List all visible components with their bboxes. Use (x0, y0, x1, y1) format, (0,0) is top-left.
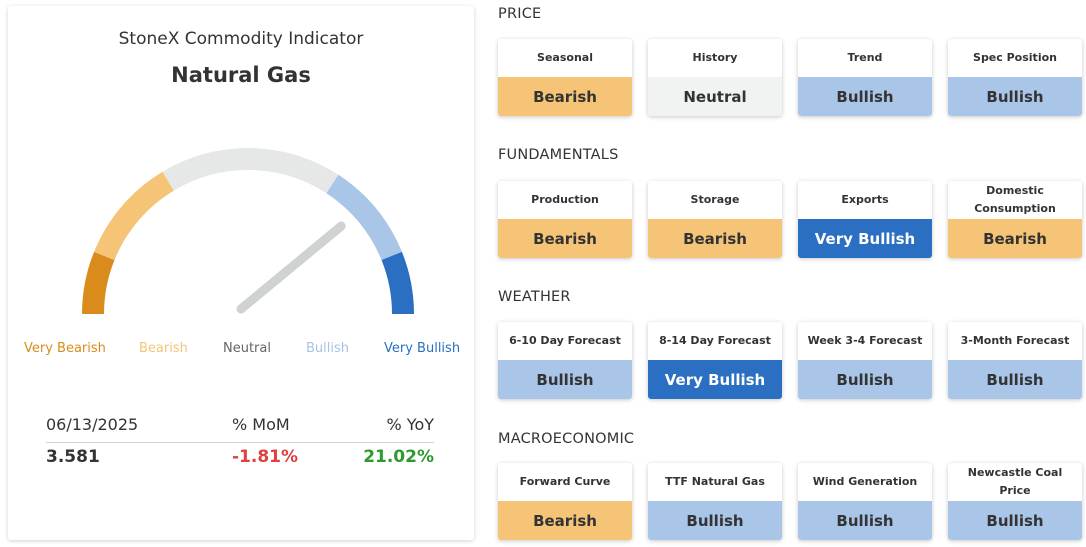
card-exports[interactable]: Exports Very Bullish (798, 181, 932, 258)
stats-date: 06/13/2025 (46, 415, 139, 434)
scale-label-neutral: Neutral (223, 341, 271, 356)
gauge-segment-very-bullish (381, 251, 414, 315)
gauge-segment-neutral (162, 148, 339, 194)
card-domestic-consumption[interactable]: Domestic Consumption Bearish (948, 181, 1082, 258)
card-seasonal[interactable]: Seasonal Bearish (498, 39, 632, 116)
card-label: Domestic Consumption (974, 184, 1056, 215)
card-status: Bullish (948, 77, 1082, 116)
card-production[interactable]: Production Bearish (498, 181, 632, 258)
card-forward-curve[interactable]: Forward Curve Bearish (498, 463, 632, 540)
card-label: Seasonal (537, 51, 593, 65)
scale-label-bullish: Bullish (306, 341, 350, 356)
gauge-segment-bullish (326, 174, 402, 261)
stats-yoy-header: % YoY (386, 415, 435, 434)
card-status: Bearish (498, 219, 632, 258)
stats-mom-value: -1.81% (232, 447, 299, 467)
card-8-14-day-forecast[interactable]: 8-14 Day Forecast Very Bullish (648, 322, 782, 399)
card-status: Bearish (498, 501, 632, 540)
section-title-weather: WEATHER (498, 289, 571, 305)
stats-header-row: 06/13/2025 % MoM % YoY (46, 411, 434, 443)
scale-label-very-bullish: Very Bullish (384, 341, 461, 356)
stats-mom-header: % MoM (232, 415, 290, 434)
card-status: Neutral (648, 77, 782, 116)
card-label: TTF Natural Gas (665, 475, 765, 489)
card-label: Newcastle Coal Price (967, 466, 1063, 497)
card-status: Bearish (948, 219, 1082, 258)
card-status: Bullish (948, 360, 1082, 399)
card-wind-generation[interactable]: Wind Generation Bullish (798, 463, 932, 540)
card-status: Bullish (798, 501, 932, 540)
card-status: Bearish (648, 219, 782, 258)
card-status: Bullish (798, 77, 932, 116)
section-title-macroeconomic: MACROECONOMIC (498, 431, 635, 447)
stats-yoy-value: 21.02% (363, 447, 434, 467)
card-label: Trend (847, 51, 883, 65)
card-status: Bullish (798, 360, 932, 399)
card-trend[interactable]: Trend Bullish (798, 39, 932, 116)
card-3-month-forecast[interactable]: 3-Month Forecast Bullish (948, 322, 1082, 399)
gauge-segment-bearish (94, 171, 175, 261)
card-status: Very Bullish (648, 360, 782, 399)
card-spec-position[interactable]: Spec Position Bullish (948, 39, 1082, 116)
card-label: 6-10 Day Forecast (509, 334, 621, 348)
card-label: Production (531, 193, 599, 207)
section-title-price: PRICE (498, 6, 542, 22)
card-label: Week 3-4 Forecast (807, 334, 923, 348)
scale-label-very-bearish: Very Bearish (24, 341, 106, 356)
card-newcastle-coal-price[interactable]: Newcastle Coal Price Bullish (948, 463, 1082, 540)
gauge-segment-very-bearish (82, 251, 115, 315)
card-label: 8-14 Day Forecast (659, 334, 771, 348)
card-label: Forward Curve (519, 475, 611, 489)
card-status: Bullish (948, 501, 1082, 540)
card-ttf-natural-gas[interactable]: TTF Natural Gas Bullish (648, 463, 782, 540)
indicator-panel: StoneX Commodity Indicator Natural Gas V… (8, 6, 474, 540)
stats-price: 3.581 (46, 447, 100, 467)
card-label: Spec Position (973, 51, 1057, 65)
scale-label-bearish: Bearish (139, 341, 188, 356)
sentiment-gauge (82, 148, 414, 315)
card-label: 3-Month Forecast (960, 334, 1070, 348)
card-status: Bullish (498, 360, 632, 399)
card-6-10-day-forecast[interactable]: 6-10 Day Forecast Bullish (498, 322, 632, 399)
card-status: Bearish (498, 77, 632, 116)
card-status: Bullish (648, 501, 782, 540)
card-label: History (692, 51, 738, 65)
card-history[interactable]: History Neutral (648, 39, 782, 116)
stats-table: 06/13/2025 % MoM % YoY 3.581 -1.81% 21.0… (46, 411, 434, 477)
stats-values-row: 3.581 -1.81% 21.02% (46, 443, 434, 477)
card-week-3-4-forecast[interactable]: Week 3-4 Forecast Bullish (798, 322, 932, 399)
card-storage[interactable]: Storage Bearish (648, 181, 782, 258)
card-status: Very Bullish (798, 219, 932, 258)
card-label: Exports (841, 193, 889, 207)
section-title-fundamentals: FUNDAMENTALS (498, 147, 619, 163)
gauge-needle (236, 221, 346, 314)
card-label: Storage (690, 193, 740, 207)
card-label: Wind Generation (812, 475, 918, 489)
